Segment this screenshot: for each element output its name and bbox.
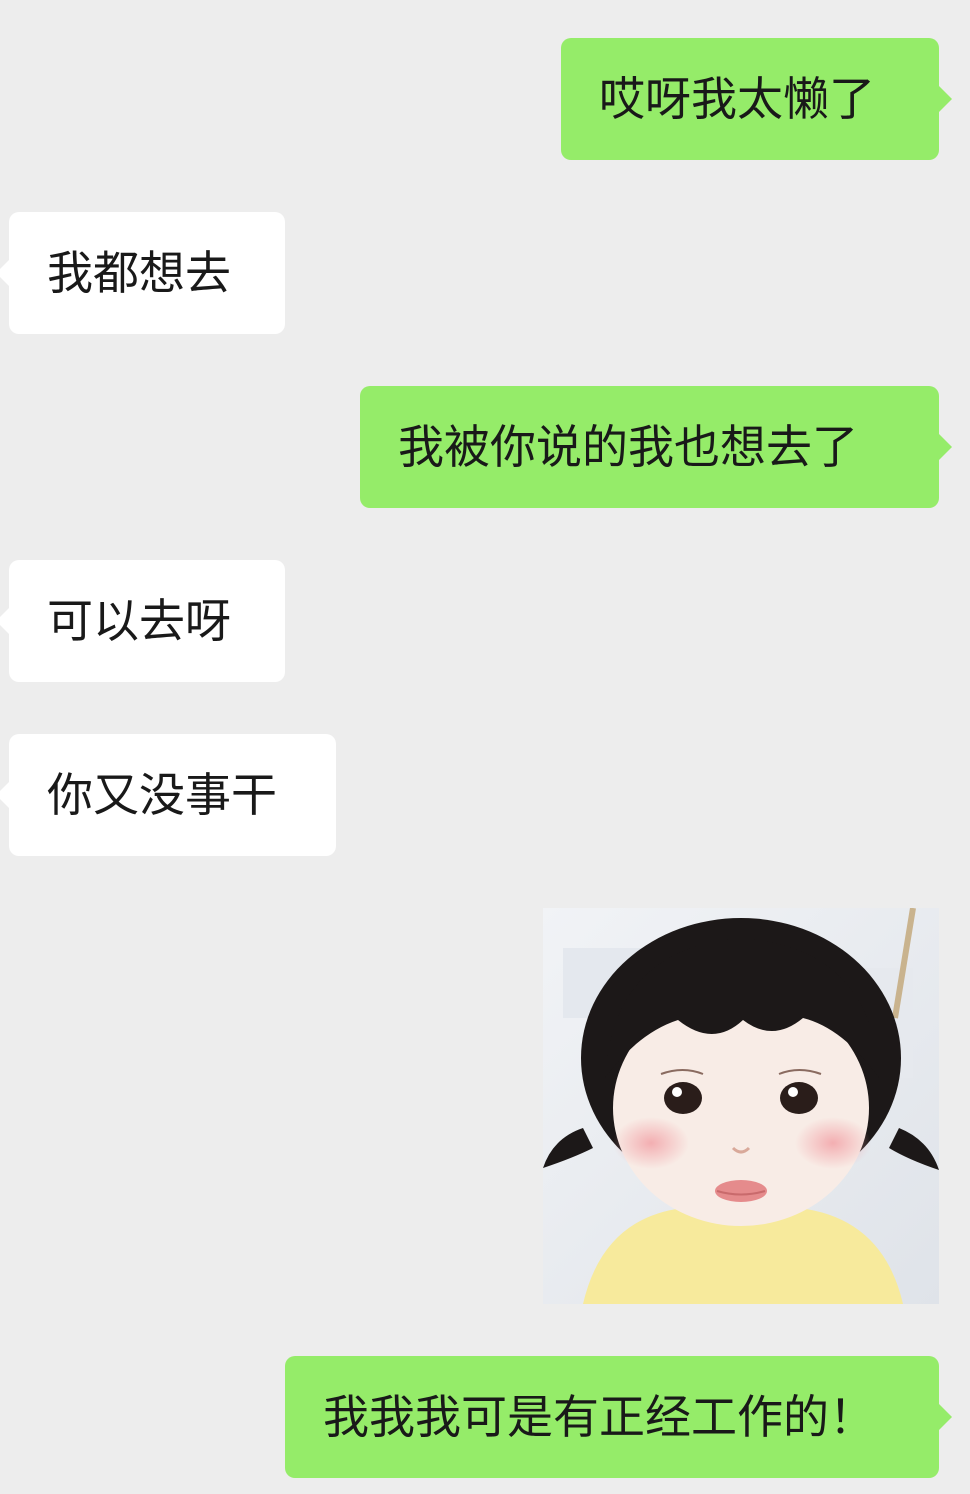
sent-message-bubble[interactable]: 我被你说的我也想去了	[360, 386, 952, 508]
message-text: 我被你说的我也想去了	[398, 420, 858, 474]
sent-message-bubble[interactable]: 哎呀我太懒了	[561, 38, 952, 160]
received-message-bubble[interactable]: 可以去呀	[0, 560, 285, 682]
received-message-bubble[interactable]: 你又没事干	[0, 734, 336, 856]
message-text: 你又没事干	[47, 768, 277, 822]
message-text: 可以去呀	[47, 594, 231, 648]
message-text: 哎呀我太懒了	[599, 72, 875, 126]
message-text: 我都想去	[47, 246, 231, 300]
toddler-face-sticker[interactable]	[543, 908, 939, 1304]
received-message-bubble[interactable]: 我都想去	[0, 212, 285, 334]
message-text: 我我我可是有正经工作的！	[323, 1390, 875, 1444]
sent-message-bubble[interactable]: 我我我可是有正经工作的！	[285, 1356, 952, 1478]
